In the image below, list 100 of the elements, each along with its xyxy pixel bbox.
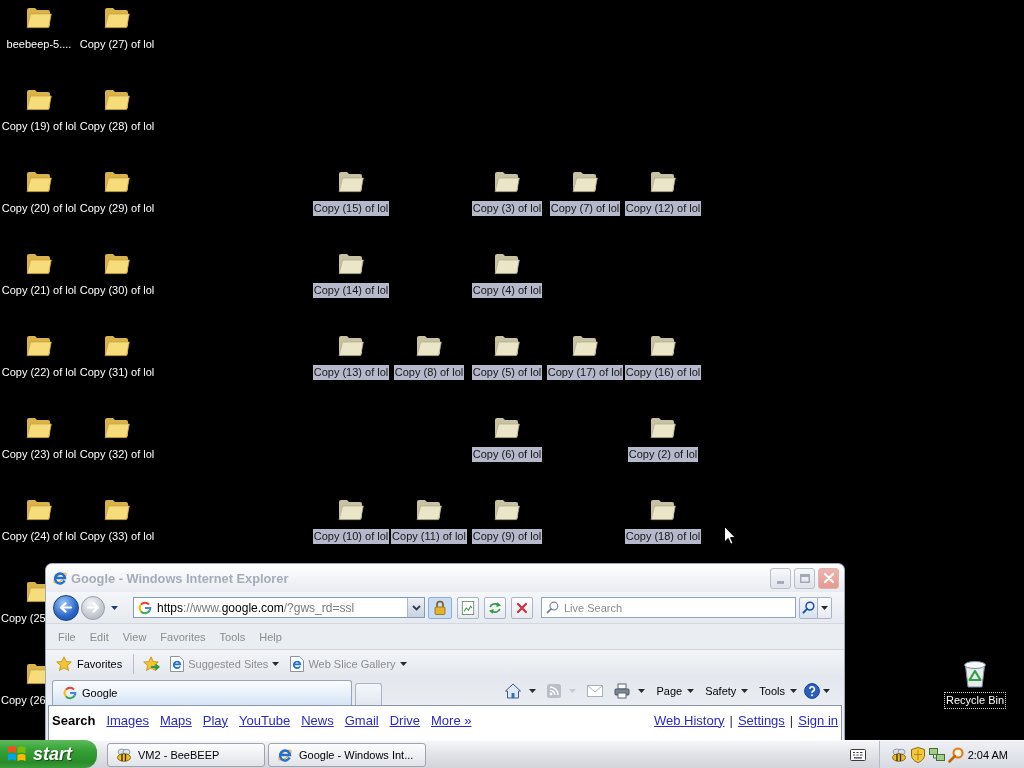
browser-tab[interactable]: Google <box>52 680 352 705</box>
command-menu[interactable]: Tools <box>759 685 797 697</box>
compatibility-view-button[interactable] <box>457 596 479 619</box>
folder-icon[interactable] <box>416 497 442 521</box>
folder-icon[interactable] <box>416 333 442 357</box>
folder-label[interactable]: Copy (4) of lol <box>471 283 543 298</box>
nav-link[interactable]: Images <box>106 712 149 728</box>
folder-label[interactable]: Copy (5) of lol <box>471 365 543 380</box>
nav-link[interactable]: Drive <box>389 712 420 728</box>
folder-label[interactable]: Copy (18) of lol <box>624 529 702 544</box>
folder-icon[interactable] <box>104 415 130 439</box>
folder-icon[interactable] <box>104 5 130 29</box>
folder-icon[interactable] <box>650 497 676 521</box>
folder-label[interactable]: Copy (28) of lol <box>78 119 156 134</box>
folder-label[interactable]: Copy (25 <box>0 611 47 626</box>
folder-label[interactable]: Copy (30) of lol <box>78 283 156 298</box>
folder-icon[interactable] <box>494 251 520 275</box>
folder-label[interactable]: Copy (15) of lol <box>312 201 390 216</box>
folder-label[interactable]: Copy (14) of lol <box>312 283 390 298</box>
folder-label[interactable]: Copy (8) of lol <box>393 365 465 380</box>
folder-icon[interactable] <box>572 333 598 357</box>
nav-link[interactable]: More » <box>431 712 472 728</box>
folder-icon[interactable] <box>26 579 45 603</box>
command-menu[interactable]: Page <box>656 685 695 697</box>
folder-label[interactable]: Copy (32) of lol <box>78 447 156 462</box>
account-link[interactable]: Settings <box>737 712 785 728</box>
keyboard-icon[interactable] <box>850 748 866 761</box>
folder-icon[interactable] <box>104 87 130 111</box>
print-button[interactable] <box>614 683 646 699</box>
folder-icon[interactable] <box>338 497 364 521</box>
nav-link[interactable]: Maps <box>160 712 192 728</box>
folder-label[interactable]: Copy (12) of lol <box>624 201 702 216</box>
folder-icon[interactable] <box>338 251 364 275</box>
refresh-button[interactable] <box>484 596 506 619</box>
folder-icon[interactable] <box>338 333 364 357</box>
help-button[interactable] <box>804 683 830 699</box>
folder-label[interactable]: Copy (9) of lol <box>471 529 543 544</box>
home-button[interactable] <box>505 683 537 699</box>
folder-label[interactable]: Copy (23) of lol <box>0 447 78 462</box>
favorites-button[interactable]: Favorites <box>54 655 125 672</box>
folder-label[interactable]: Copy (26 <box>0 693 47 708</box>
nav-link[interactable]: News <box>301 712 334 728</box>
folder-label[interactable]: Copy (24) of lol <box>0 529 78 544</box>
recycle-bin-icon[interactable] <box>961 658 989 688</box>
folder-icon[interactable] <box>26 497 52 521</box>
folder-label[interactable]: Copy (2) of lol <box>627 447 699 462</box>
search-button[interactable] <box>799 596 818 619</box>
monitors-icon[interactable] <box>929 746 945 763</box>
address-dropdown-button[interactable] <box>407 598 424 617</box>
folder-label[interactable]: beebeep-5.... <box>5 37 73 52</box>
folder-label[interactable]: Copy (11) of lol <box>391 529 467 544</box>
account-link[interactable]: Sign in <box>798 712 838 728</box>
folder-label[interactable]: Copy (22) of lol <box>0 365 78 380</box>
folder-label[interactable]: Copy (16) of lol <box>624 365 702 380</box>
nav-link[interactable]: YouTube <box>239 712 291 728</box>
folder-icon[interactable] <box>104 169 130 193</box>
nav-link[interactable]: Gmail <box>344 712 379 728</box>
folder-icon[interactable] <box>494 169 520 193</box>
folder-label[interactable]: Copy (21) of lol <box>0 283 78 298</box>
folder-icon[interactable] <box>104 497 130 521</box>
folder-icon[interactable] <box>650 169 676 193</box>
folder-label[interactable]: Copy (33) of lol <box>78 529 156 544</box>
folder-label[interactable]: Copy (7) of lol <box>549 201 621 216</box>
folder-label[interactable]: Copy (27) of lol <box>78 37 156 52</box>
folder-icon[interactable] <box>104 251 130 275</box>
folder-label[interactable]: Copy (6) of lol <box>471 447 543 462</box>
folder-icon[interactable] <box>26 415 52 439</box>
magnifier-icon[interactable] <box>948 746 964 763</box>
bee-icon[interactable] <box>891 746 907 763</box>
folder-icon[interactable] <box>26 5 52 29</box>
stop-button[interactable] <box>511 596 533 619</box>
search-options-button[interactable] <box>818 596 832 619</box>
search-field[interactable]: Live Search <box>541 597 796 618</box>
folder-icon[interactable] <box>338 169 364 193</box>
folder-icon[interactable] <box>26 333 52 357</box>
folder-label[interactable]: Copy (3) of lol <box>471 201 543 216</box>
folder-icon[interactable] <box>650 333 676 357</box>
folder-icon[interactable] <box>26 251 52 275</box>
folder-label[interactable]: Copy (17) of lol <box>546 365 624 380</box>
folder-icon[interactable] <box>650 415 676 439</box>
folder-icon[interactable] <box>26 87 52 111</box>
folder-icon[interactable] <box>572 169 598 193</box>
folder-icon[interactable] <box>494 415 520 439</box>
folder-icon[interactable] <box>494 497 520 521</box>
folder-icon[interactable] <box>494 333 520 357</box>
folder-icon[interactable] <box>104 333 130 357</box>
taskbar-button[interactable]: Google - Windows Int... <box>268 742 426 767</box>
account-link[interactable]: Web History <box>653 712 725 728</box>
folder-label[interactable]: Copy (19) of lol <box>0 119 78 134</box>
folder-label[interactable]: Copy (20) of lol <box>0 201 78 216</box>
taskbar-button[interactable]: VM2 - BeeBEEP <box>107 742 265 767</box>
folder-label[interactable]: Copy (10) of lol <box>312 529 390 544</box>
command-menu[interactable]: Safety <box>705 685 749 697</box>
address-field[interactable]: https://www.google.com/?gws_rd=ssl <box>133 597 425 618</box>
folder-label[interactable]: Copy (13) of lol <box>312 365 390 380</box>
folder-icon[interactable] <box>26 169 52 193</box>
recycle-bin-label[interactable]: Recycle Bin <box>944 693 1006 708</box>
start-button[interactable]: start <box>0 740 97 768</box>
shield-icon[interactable] <box>910 746 926 763</box>
folder-label[interactable]: Copy (29) of lol <box>78 201 156 216</box>
